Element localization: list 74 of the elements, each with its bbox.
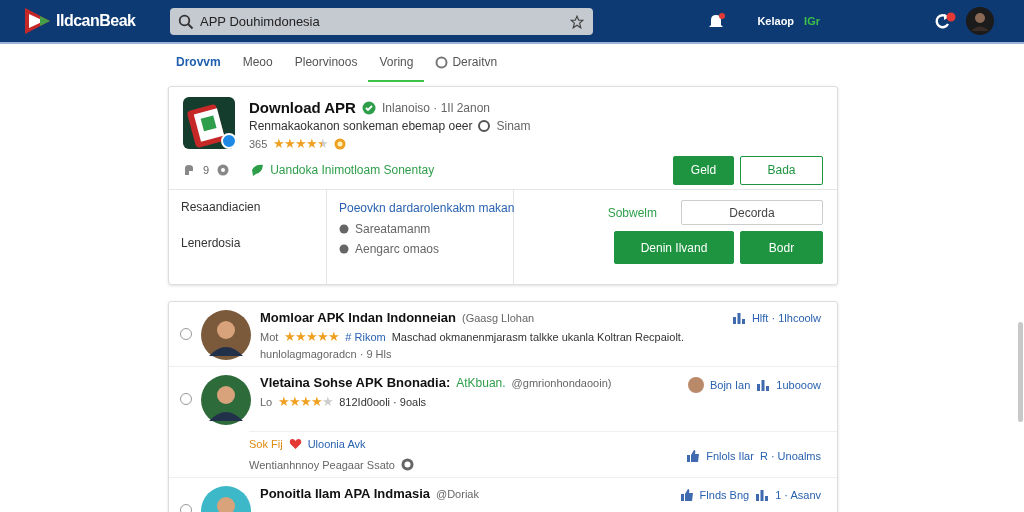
review-title: Vletaina Sohse APK Bnonadia:: [260, 375, 451, 390]
share-icon[interactable]: [183, 164, 195, 176]
details-link[interactable]: Poeovkn dardarolenkakm makan: [339, 200, 515, 216]
input-field[interactable]: Decorda: [681, 200, 823, 225]
nav-tab[interactable]: Deraitvn: [424, 44, 509, 82]
review-title: Momloar APK Indan Indonneian: [260, 310, 456, 325]
app-title: Download APR: [249, 99, 356, 116]
avatar: [201, 375, 251, 425]
avatar: [687, 377, 704, 393]
review-handle: @gmrionhondaooin): [511, 376, 612, 389]
nav-tab[interactable]: Voring: [368, 44, 425, 82]
verified-icon: [361, 100, 376, 115]
review-meta: 812Id0ooli · 9oals: [339, 395, 427, 408]
side-user[interactable]: Fnlols Ilar: [706, 449, 754, 462]
heart-icon: [288, 438, 302, 450]
review-text: Maschad okmanenmjarasm talkke ukanla Koltran Recpaiolt.: [391, 330, 684, 343]
app-icon[interactable]: [183, 97, 237, 151]
review-meta: hunlolagmagoradcn · 9 Hls: [260, 348, 392, 360]
play-logo-icon: [22, 6, 52, 36]
action-button[interactable]: Bodr: [740, 231, 823, 264]
review-tag: AtKbuan.: [456, 375, 506, 390]
review-handle: (Gaasg Llohan: [461, 311, 535, 324]
scrollbar-thumb[interactable]: [1018, 322, 1023, 422]
side-user[interactable]: Flnds Bng: [699, 488, 750, 501]
search-icon: [178, 13, 194, 30]
thumbs-up-icon[interactable]: [679, 488, 694, 501]
detail-value: Lenerdosia: [181, 236, 242, 250]
field-label: Sobwelm: [607, 205, 657, 220]
review-prefix: Mot: [260, 330, 279, 343]
avatar[interactable]: [966, 7, 994, 35]
star-rating: ★★★★★: [278, 394, 334, 409]
detail-item: Aengarc omaos: [355, 242, 440, 256]
bar-chart-icon[interactable]: [756, 379, 771, 391]
rating-count: 365: [249, 137, 268, 150]
avatar: [201, 310, 251, 360]
promo-text: Uandoka Inimotloam Sonentay: [270, 163, 435, 177]
action-button[interactable]: Geld: [673, 155, 734, 185]
app-meta: Inlanoiso · 1Il 2anon: [381, 100, 491, 115]
reply-tag: Sok Fij: [249, 438, 283, 450]
user-tag: IGr: [804, 15, 820, 27]
user-label: Kelaop: [757, 15, 795, 27]
review-title: Ponoitla Ilam APA Indmasia: [260, 486, 430, 501]
counter: 9: [203, 164, 210, 176]
refresh-icon[interactable]: [934, 12, 956, 30]
side-stat: R · Unoalms: [759, 449, 821, 462]
app-description: Renmakaokanon sonkeman ebemap oeer: [249, 119, 473, 133]
topic-link[interactable]: Uloonia Avk: [307, 438, 366, 450]
leaf-icon: [251, 164, 265, 176]
bar-chart-icon[interactable]: [731, 312, 746, 324]
star-icon[interactable]: [570, 14, 584, 29]
detail-label: Resaandiacien: [181, 200, 262, 214]
detail-item: Sareatamanm: [355, 222, 431, 236]
side-stat: 1ubooow: [776, 379, 821, 391]
topic-link[interactable]: # Rikom: [345, 330, 386, 343]
thumbs-up-icon[interactable]: [686, 449, 701, 462]
nav-tab[interactable]: Pleorvinoos: [283, 44, 369, 82]
site-logo[interactable]: IldcanBeak: [56, 12, 136, 30]
action-button[interactable]: Denin Ilvand: [614, 231, 734, 264]
nav-tab[interactable]: Meoo: [231, 44, 284, 82]
action-button[interactable]: Bada: [740, 155, 823, 185]
source-label: Sinam: [496, 119, 531, 133]
coin-icon: [334, 137, 347, 150]
review-prefix: Lo: [260, 395, 273, 408]
star-rating: ★★★★★: [284, 329, 340, 344]
bell-icon[interactable]: [707, 12, 726, 30]
search-field[interactable]: APP Douhimdonesia: [170, 7, 593, 35]
review-handle: @Doriak: [436, 487, 479, 500]
bar-chart-icon[interactable]: [755, 488, 770, 501]
side-stat: Hlft · 1lhcoolw: [751, 312, 821, 324]
reply-text: Wentianhnnoy Peagaar Ssato: [249, 458, 395, 471]
nav-tab[interactable]: Drovvm: [165, 44, 232, 82]
side-user[interactable]: Bojn Ian: [709, 379, 751, 391]
side-stat: 1 · Asanv: [775, 488, 821, 501]
star-rating: ★★★★★: [273, 136, 329, 151]
